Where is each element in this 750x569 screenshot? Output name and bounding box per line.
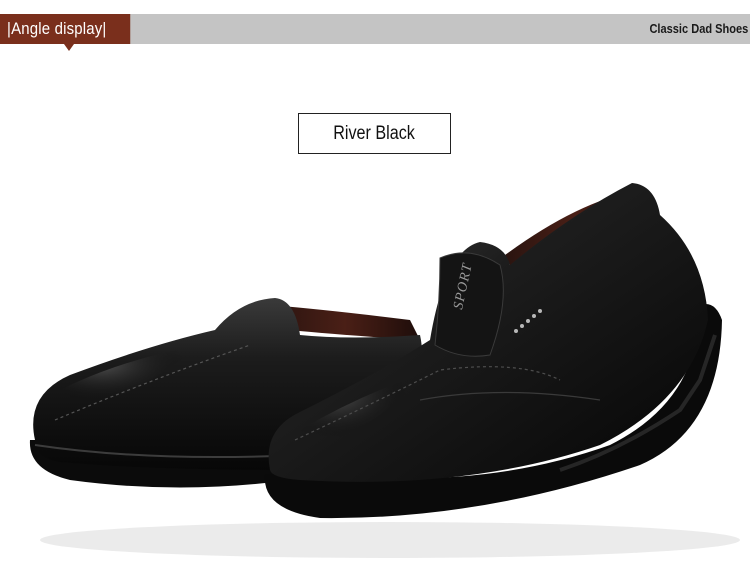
rivet-dot — [526, 319, 530, 323]
tag-pointer — [64, 44, 74, 51]
rivet-dot — [520, 324, 524, 328]
color-name-box: River Black — [298, 113, 451, 154]
shoes-photo: SPORT — [29, 183, 740, 558]
angle-display-tag: |Angle display| — [0, 14, 131, 44]
ground-shadow — [40, 522, 740, 558]
rivet-dot — [514, 329, 518, 333]
banner-subtitle: Classic Dad Shoes — [649, 21, 748, 36]
color-name-label: River Black — [333, 123, 416, 144]
header-banner: |Angle display| Classic Dad Shoes — [0, 14, 750, 51]
rivet-dot — [538, 309, 542, 313]
rivet-dot — [532, 314, 536, 318]
